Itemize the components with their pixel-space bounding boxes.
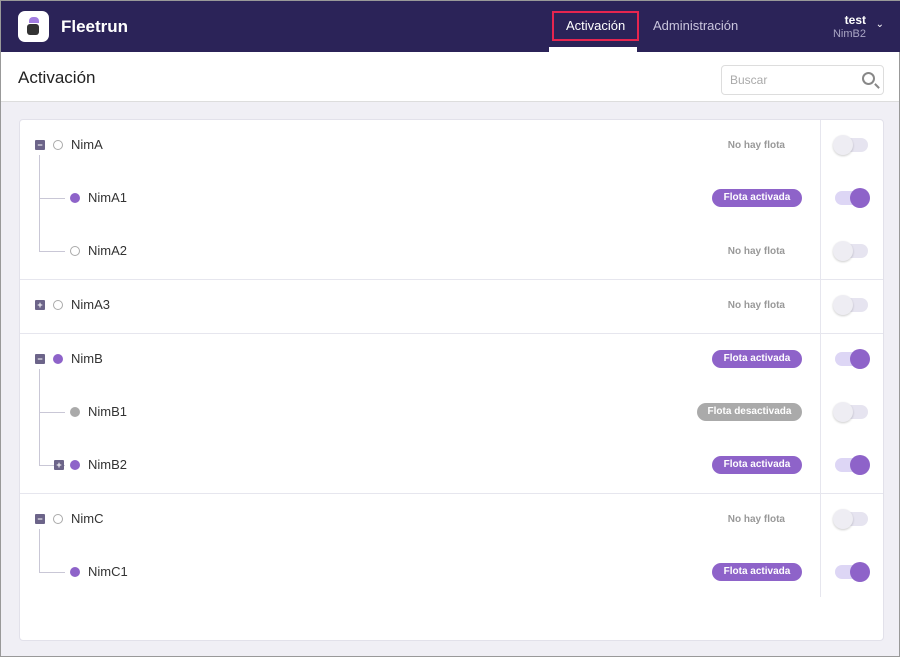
tree-row: − NimB Flota activada <box>20 334 883 387</box>
collapse-icon[interactable]: − <box>35 514 45 524</box>
status-badge: Flota activada <box>712 563 802 581</box>
fleet-toggle[interactable] <box>835 455 870 475</box>
unit-name[interactable]: NimB1 <box>88 404 127 419</box>
status-dot <box>70 460 80 470</box>
unit-name[interactable]: NimB2 <box>88 457 127 472</box>
tree-group: − NimC No hay flota NimC1 Flota activada <box>20 494 883 600</box>
page-title: Activación <box>18 68 96 87</box>
tree-group: + NimA3 No hay flota <box>20 280 883 334</box>
search-box[interactable] <box>721 65 884 95</box>
collapse-icon[interactable]: − <box>35 354 45 364</box>
toggle-knob <box>833 402 853 422</box>
toggle-knob <box>833 241 853 261</box>
collapse-icon[interactable]: − <box>35 140 45 150</box>
toggle-knob <box>850 188 870 208</box>
status-badge: Flota activada <box>712 189 802 207</box>
unit-tree-card: − NimA No hay flota NimA1 Flota activada NimA… <box>19 119 884 641</box>
user-menu[interactable]: test NimB2 <box>833 13 866 40</box>
fleet-toggle[interactable] <box>833 509 868 529</box>
tree-row: NimC1 Flota activada <box>20 547 883 600</box>
status-label: No hay flota <box>727 246 785 257</box>
tree-row: NimA1 Flota activada <box>20 173 883 226</box>
fleet-toggle[interactable] <box>833 241 868 261</box>
unit-name[interactable]: NimA1 <box>88 190 127 205</box>
unit-name[interactable]: NimC1 <box>88 564 128 579</box>
status-dot <box>53 514 63 524</box>
expand-icon[interactable]: + <box>35 300 45 310</box>
tab-activacion[interactable]: Activación <box>552 11 640 41</box>
unit-name[interactable]: NimA <box>71 137 103 152</box>
status-dot <box>70 193 80 203</box>
status-badge: Flota desactivada <box>697 403 802 421</box>
tree-row: + NimB2 Flota activada <box>20 440 883 493</box>
status-dot <box>53 140 63 150</box>
toggle-knob <box>850 562 870 582</box>
tree-row: − NimA No hay flota <box>20 120 883 173</box>
status-label: No hay flota <box>727 300 785 311</box>
status-label: No hay flota <box>727 514 785 525</box>
chevron-down-icon[interactable]: ⌄ <box>876 19 884 30</box>
toggle-knob <box>833 509 853 529</box>
toggle-knob <box>850 455 870 475</box>
unit-name[interactable]: NimA3 <box>71 297 110 312</box>
unit-name[interactable]: NimB <box>71 351 103 366</box>
toggle-knob <box>850 349 870 369</box>
search-input[interactable] <box>730 73 850 87</box>
fleet-toggle[interactable] <box>833 402 868 422</box>
fleet-toggle[interactable] <box>833 295 868 315</box>
fleet-toggle[interactable] <box>835 562 870 582</box>
tree-row: NimB1 Flota desactivada <box>20 387 883 440</box>
tree-row: + NimA3 No hay flota <box>20 280 883 333</box>
search-icon[interactable] <box>862 72 875 85</box>
tree-connector <box>39 251 65 252</box>
tree-group: − NimB Flota activada NimB1 Flota desactivad… <box>20 334 883 494</box>
user-name: test <box>844 13 866 27</box>
expand-icon[interactable]: + <box>54 460 64 470</box>
page-header: Activación <box>1 52 899 102</box>
user-account: NimB2 <box>832 28 866 40</box>
status-dot <box>70 567 80 577</box>
fleet-toggle[interactable] <box>835 188 870 208</box>
tab-administracion[interactable]: Administración <box>641 11 750 41</box>
status-dot <box>53 354 63 364</box>
status-label: No hay flota <box>727 140 785 151</box>
fleet-toggle[interactable] <box>833 135 868 155</box>
top-bar: Fleetrun Activación Administración test … <box>1 1 900 52</box>
brand-name: Fleetrun <box>61 17 129 36</box>
tree-row: NimA2 No hay flota <box>20 226 883 279</box>
tree-connector <box>39 198 65 199</box>
tree-row: − NimC No hay flota <box>20 494 883 547</box>
toggle-knob <box>833 295 853 315</box>
tree-connector <box>39 412 65 413</box>
fleetrun-logo-icon[interactable] <box>18 11 49 42</box>
status-dot <box>53 300 63 310</box>
toggle-knob <box>833 135 853 155</box>
status-badge: Flota activada <box>712 456 802 474</box>
unit-name[interactable]: NimA2 <box>88 243 127 258</box>
tree-connector <box>39 572 65 573</box>
status-dot <box>70 246 80 256</box>
fleet-toggle[interactable] <box>835 349 870 369</box>
tree-group: − NimA No hay flota NimA1 Flota activada NimA… <box>20 120 883 280</box>
unit-name[interactable]: NimC <box>71 511 104 526</box>
status-badge: Flota activada <box>712 350 802 368</box>
status-dot <box>70 407 80 417</box>
